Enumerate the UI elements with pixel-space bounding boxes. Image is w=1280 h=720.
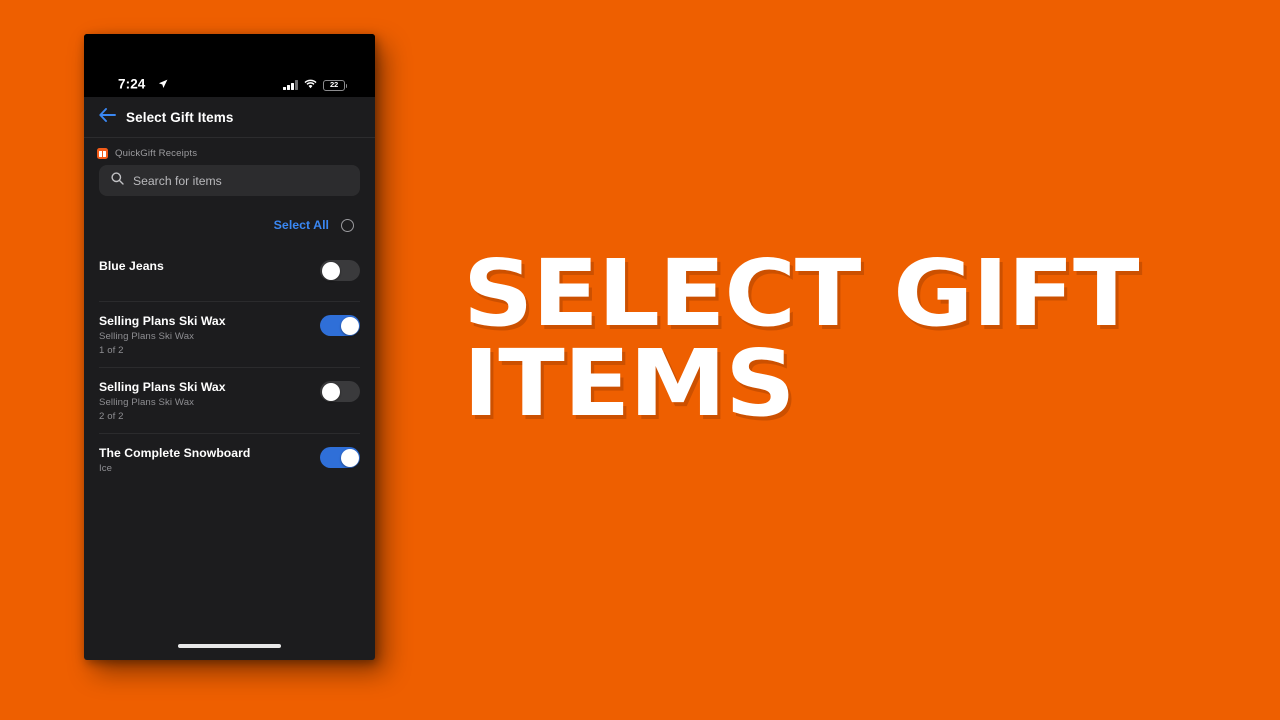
list-item-text: Selling Plans Ski Wax Selling Plans Ski W… [99,379,226,422]
list-item[interactable]: Selling Plans Ski Wax Selling Plans Ski W… [99,301,360,367]
gift-items-list: Blue Jeans Selling Plans Ski Wax Selling P… [84,252,375,632]
list-item[interactable]: The Complete Snowboard Ice [99,433,360,485]
item-toggle[interactable] [320,315,360,336]
list-item-subtitle: Ice [99,463,113,474]
toggle-knob [321,261,340,280]
list-item-title: Blue Jeans [99,259,164,273]
battery-icon: 22 [323,79,348,91]
list-item-meta: 1 of 2 [99,345,124,356]
item-toggle[interactable] [320,381,360,402]
location-arrow-icon [158,76,168,94]
list-item-subtitle: Selling Plans Ski Wax [99,397,195,408]
search-section: Search for items [84,165,375,196]
list-item-title: Selling Plans Ski Wax [99,314,226,328]
list-item-meta: 2 of 2 [99,411,124,422]
list-item[interactable]: Blue Jeans [99,252,360,301]
list-item-subtitle: Selling Plans Ski Wax [99,331,195,342]
item-toggle[interactable] [320,447,360,468]
home-indicator[interactable] [178,644,281,648]
list-item-text: Selling Plans Ski Wax Selling Plans Ski W… [99,313,226,356]
toggle-knob [340,448,359,467]
page-title: Select Gift Items [126,109,234,125]
list-item-text: The Complete Snowboard Ice [99,445,250,474]
status-time: 7:24 [118,76,146,92]
select-all-checkbox[interactable] [341,218,354,232]
toggle-knob [321,382,340,401]
phone-mockup: 7:24 22 Select Gift Items QuickGift Rece… [84,34,375,660]
search-placeholder: Search for items [133,173,222,188]
home-indicator-area [84,632,375,660]
app-source-label: QuickGift Receipts [84,138,375,165]
search-icon [111,171,124,190]
list-item[interactable]: Selling Plans Ski Wax Selling Plans Ski W… [99,367,360,433]
back-arrow-icon[interactable] [99,107,116,127]
item-toggle[interactable] [320,260,360,281]
select-all-row[interactable]: Select All [84,196,375,252]
toggle-knob [340,316,359,335]
nav-header: Select Gift Items [84,97,375,138]
list-item-title: The Complete Snowboard [99,446,251,460]
quickgift-app-icon [97,148,108,159]
select-all-label[interactable]: Select All [274,218,329,232]
status-bar: 7:24 22 [84,34,375,97]
wifi-icon [304,76,317,94]
app-source-label-text: QuickGift Receipts [115,148,198,159]
cellular-signal-icon [283,80,298,90]
list-item-title: Selling Plans Ski Wax [99,380,226,394]
battery-percent-label: 22 [329,80,339,90]
list-item-text: Blue Jeans [99,258,164,273]
status-indicators: 22 [283,76,348,94]
caption-heading: Select Gift Items [463,240,1140,438]
search-input[interactable]: Search for items [99,165,360,196]
